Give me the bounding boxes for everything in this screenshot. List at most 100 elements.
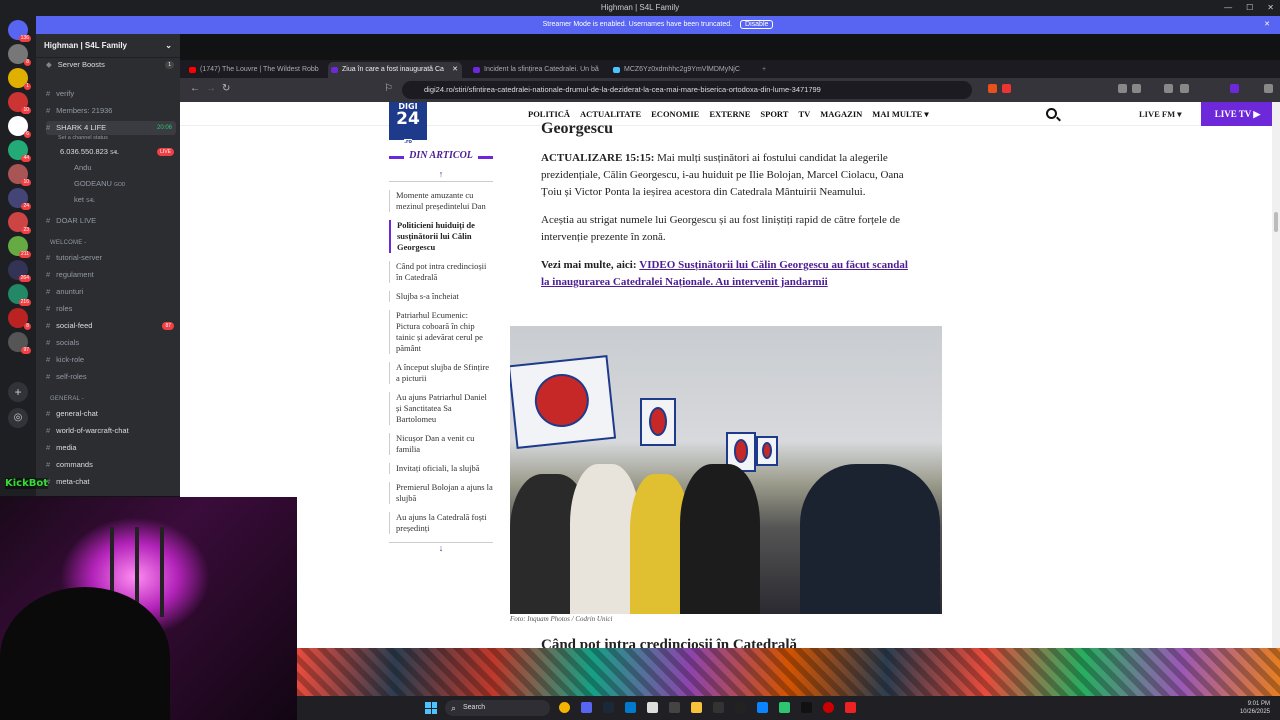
back-icon[interactable]: ← xyxy=(190,83,200,94)
toc-item[interactable]: A început slujba de Sfințire a picturii xyxy=(389,362,493,384)
server-icon[interactable]: 8 xyxy=(8,308,31,330)
sidebar-icon[interactable] xyxy=(1132,84,1141,93)
toc-item[interactable]: Premierul Bolojan a ajuns la slujbă xyxy=(389,482,493,504)
tab-active-article[interactable]: Ziua în care a fost inaugurată Ca ✕ xyxy=(328,62,462,78)
channel-socials[interactable]: # socials xyxy=(46,336,176,350)
bookmark-icon[interactable]: ⚐ xyxy=(384,83,393,94)
channel-self-roles[interactable]: # self-roles xyxy=(46,370,176,384)
reload-icon[interactable]: ↻ xyxy=(222,83,230,94)
vpn-icon[interactable] xyxy=(1230,84,1239,93)
server-icon[interactable]: 10 xyxy=(8,92,31,114)
arrow-up-icon[interactable]: ↑ xyxy=(389,169,493,182)
channel-kick-role[interactable]: # kick-role xyxy=(46,353,176,367)
channel-social-feed[interactable]: # social-feed 87 xyxy=(46,319,176,333)
toc-item[interactable]: Când pot intra credincioșii în Catedrală xyxy=(389,261,493,283)
live-tv-button[interactable]: LIVE TV ▶ xyxy=(1201,102,1272,126)
toc-item[interactable]: Nicușor Dan a venit cu familia xyxy=(389,433,493,455)
category-welcome[interactable]: WELCOME - xyxy=(50,240,86,246)
category-general[interactable]: GENERAL - xyxy=(50,396,84,402)
maximize-icon[interactable]: ☐ xyxy=(1246,0,1253,16)
tab-article-2[interactable]: Incident la sfințirea Catedralei. Un bă xyxy=(470,62,602,78)
server-icon[interactable]: 6 xyxy=(8,116,31,138)
server-icon[interactable]: 97 xyxy=(8,332,31,354)
disable-button[interactable]: Disable xyxy=(740,20,774,29)
server-icon[interactable]: 1 xyxy=(8,68,31,90)
voice-user[interactable]: ket S4L xyxy=(74,193,176,207)
minimize-icon[interactable]: — xyxy=(1224,0,1232,16)
tab-close-icon[interactable]: ✕ xyxy=(452,62,458,78)
taskbar-clock[interactable]: 9:01 PM 10/26/2025 xyxy=(1240,700,1270,716)
channel-commands[interactable]: # commands xyxy=(46,458,176,472)
download-icon[interactable] xyxy=(1180,84,1189,93)
taskbar-search[interactable]: Search xyxy=(445,700,550,716)
server-icon[interactable]: 24 xyxy=(8,188,31,210)
toc-item[interactable]: Slujba s-a încheiat xyxy=(389,291,493,302)
arrow-down-icon[interactable]: ↓ xyxy=(389,542,493,553)
channel-status[interactable]: Set a channel status xyxy=(58,131,176,145)
voice-user[interactable]: 6.036.550.823 S4L LIVE xyxy=(60,145,176,159)
server-icon[interactable]: 211 xyxy=(8,236,31,258)
channel-anunturi[interactable]: # anunturi xyxy=(46,285,176,299)
server-icon[interactable]: 264 xyxy=(8,260,31,282)
app-icon[interactable] xyxy=(779,702,790,713)
toc-item[interactable]: Patriarhul Ecumenic: Pictura coboară în … xyxy=(389,310,493,354)
channel-media[interactable]: # media xyxy=(46,441,176,455)
rewards-icon[interactable] xyxy=(1002,84,1011,93)
channel-verify[interactable]: # verify xyxy=(46,87,176,101)
search-icon[interactable] xyxy=(1046,108,1057,119)
channel-doar-live[interactable]: # DOAR LIVE xyxy=(46,214,176,228)
channel-members[interactable]: # Members: 21936 xyxy=(46,104,176,118)
app-icon[interactable] xyxy=(647,702,658,713)
tab-youtube[interactable]: (1747) The Louvre | The Wildest Robb xyxy=(186,62,324,78)
discover-icon[interactable]: ◎ xyxy=(8,408,28,428)
close-icon[interactable]: ✕ xyxy=(1267,0,1274,16)
banner-close-icon[interactable]: ✕ xyxy=(1264,16,1270,34)
server-icon[interactable]: 8 xyxy=(8,44,31,66)
new-tab-button[interactable]: + xyxy=(748,62,768,78)
steam-icon[interactable] xyxy=(603,702,614,713)
page-scrollbar[interactable] xyxy=(1272,102,1280,648)
brave-shield-icon[interactable] xyxy=(988,84,997,93)
vscode-icon[interactable] xyxy=(625,702,636,713)
forward-icon[interactable]: → xyxy=(206,83,216,94)
server-icon[interactable]: 23 xyxy=(8,212,31,234)
url-field[interactable]: digi24.ro/stiri/sfintirea-catedralei-nat… xyxy=(402,81,972,99)
channel-roles[interactable]: # roles xyxy=(46,302,176,316)
server-icon[interactable]: 10 xyxy=(8,164,31,186)
app-icon[interactable] xyxy=(735,702,746,713)
obs-icon[interactable] xyxy=(801,702,812,713)
app-icon[interactable] xyxy=(845,702,856,713)
discord-icon[interactable] xyxy=(581,702,592,713)
toc-item[interactable]: Au ajuns la Catedrală foști președinți xyxy=(389,512,493,534)
server-boosts[interactable]: ◆ Server Boosts 1 xyxy=(46,58,176,72)
home-icon[interactable]: 136 xyxy=(8,20,31,42)
toc-item[interactable]: Momente amuzante cu mezinul președintelu… xyxy=(389,190,493,212)
app-icon[interactable] xyxy=(823,702,834,713)
toc-item[interactable]: Invitați oficiali, la slujbă xyxy=(389,463,493,474)
toc-item-current[interactable]: Politicieni huiduiți de susținătorii lui… xyxy=(389,220,493,253)
channel-general-chat[interactable]: # general-chat xyxy=(46,407,176,421)
tab-image[interactable]: MCZ6Yz0xdmhhc2g9YmVlMDMyNjC xyxy=(610,62,740,78)
article-photo[interactable] xyxy=(510,326,942,614)
channel-wow-chat[interactable]: # world-of-warcraft-chat xyxy=(46,424,176,438)
server-header[interactable]: Highman | S4L Family ⌄ xyxy=(36,34,180,58)
app-icon[interactable] xyxy=(713,702,724,713)
voice-user[interactable]: Andu xyxy=(74,161,176,175)
explorer-icon[interactable] xyxy=(691,702,702,713)
server-icon[interactable]: 44 xyxy=(8,140,31,162)
chrome-icon[interactable] xyxy=(559,702,570,713)
app-icon[interactable] xyxy=(669,702,680,713)
media-icon[interactable] xyxy=(1164,84,1173,93)
channel-tutorial-server[interactable]: # tutorial-server xyxy=(46,251,176,265)
extensions-icon[interactable] xyxy=(1118,84,1127,93)
live-fm-button[interactable]: LIVE FM ▾ xyxy=(1139,102,1182,126)
channel-regulament[interactable]: # regulament xyxy=(46,268,176,282)
digi24-logo[interactable]: DIGI 24 .ro xyxy=(389,102,427,145)
app-icon[interactable] xyxy=(757,702,768,713)
windows-start-icon[interactable] xyxy=(425,702,437,714)
voice-user[interactable]: GODEANU GOD xyxy=(74,177,176,191)
add-server-icon[interactable]: + xyxy=(8,382,28,402)
server-icon[interactable]: 216 xyxy=(8,284,31,306)
channel-meta-chat[interactable]: # meta-chat xyxy=(46,475,176,489)
menu-icon[interactable] xyxy=(1264,84,1273,93)
